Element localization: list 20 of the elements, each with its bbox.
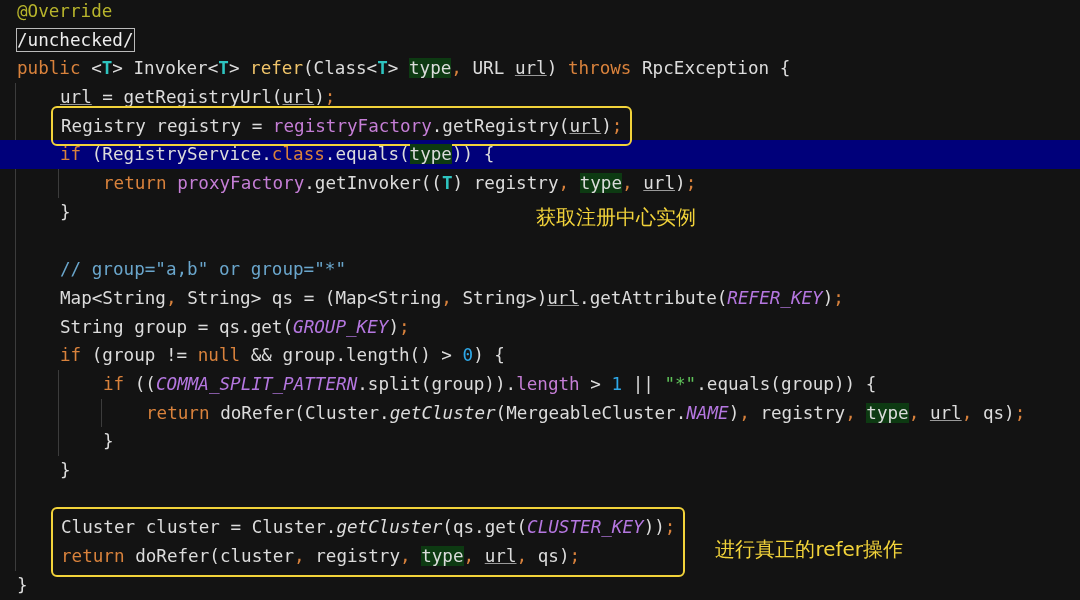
code-line: Cluster cluster = Cluster.getCluster(qs.get(CLUSTER_KEY)); xyxy=(61,516,676,540)
code-line: if ((COMMA_SPLIT_PATTERN.split(group)).length > 1 || "*".equals(group)) { xyxy=(103,372,878,396)
code-line: String group = qs.get(GROUP_KEY); xyxy=(60,315,411,339)
code-line: url = getRegistryUrl(url); xyxy=(60,86,337,110)
code-line: Registry registry = registryFactory.getRegistry(url); xyxy=(61,114,623,138)
code-line: return proxyFactory.getInvoker((T) registry, type, url); xyxy=(103,172,698,196)
code-line: if (group != null && group.length() > 0) { xyxy=(60,344,506,368)
code-line: @Override xyxy=(17,0,114,23)
code-line: } xyxy=(60,459,72,482)
code-line: return doRefer(Cluster.getCluster(MergeableCluster.NAME), registry, type, url, qs); xyxy=(146,401,1027,425)
code-line: Map<String, String> qs = (Map<String, String>)url.getAttribute(REFER_KEY); xyxy=(60,286,845,310)
code-line: } xyxy=(103,430,115,454)
code-line: public <T> Invoker<T> refer(Class<T> type, URL url) throws RpcException { xyxy=(17,57,792,81)
annotation-text: 进行真正的refer操作 xyxy=(715,535,904,563)
code-line: return doRefer(cluster, registry, type, url, qs); xyxy=(61,545,582,569)
code-line: } xyxy=(17,573,29,597)
code-line: // group="a,b" or group="*" xyxy=(60,258,347,282)
code-line: } xyxy=(60,200,71,224)
code-line: /unchecked/ xyxy=(17,27,135,53)
annotation-text: 获取注册中心实例 xyxy=(535,203,696,231)
